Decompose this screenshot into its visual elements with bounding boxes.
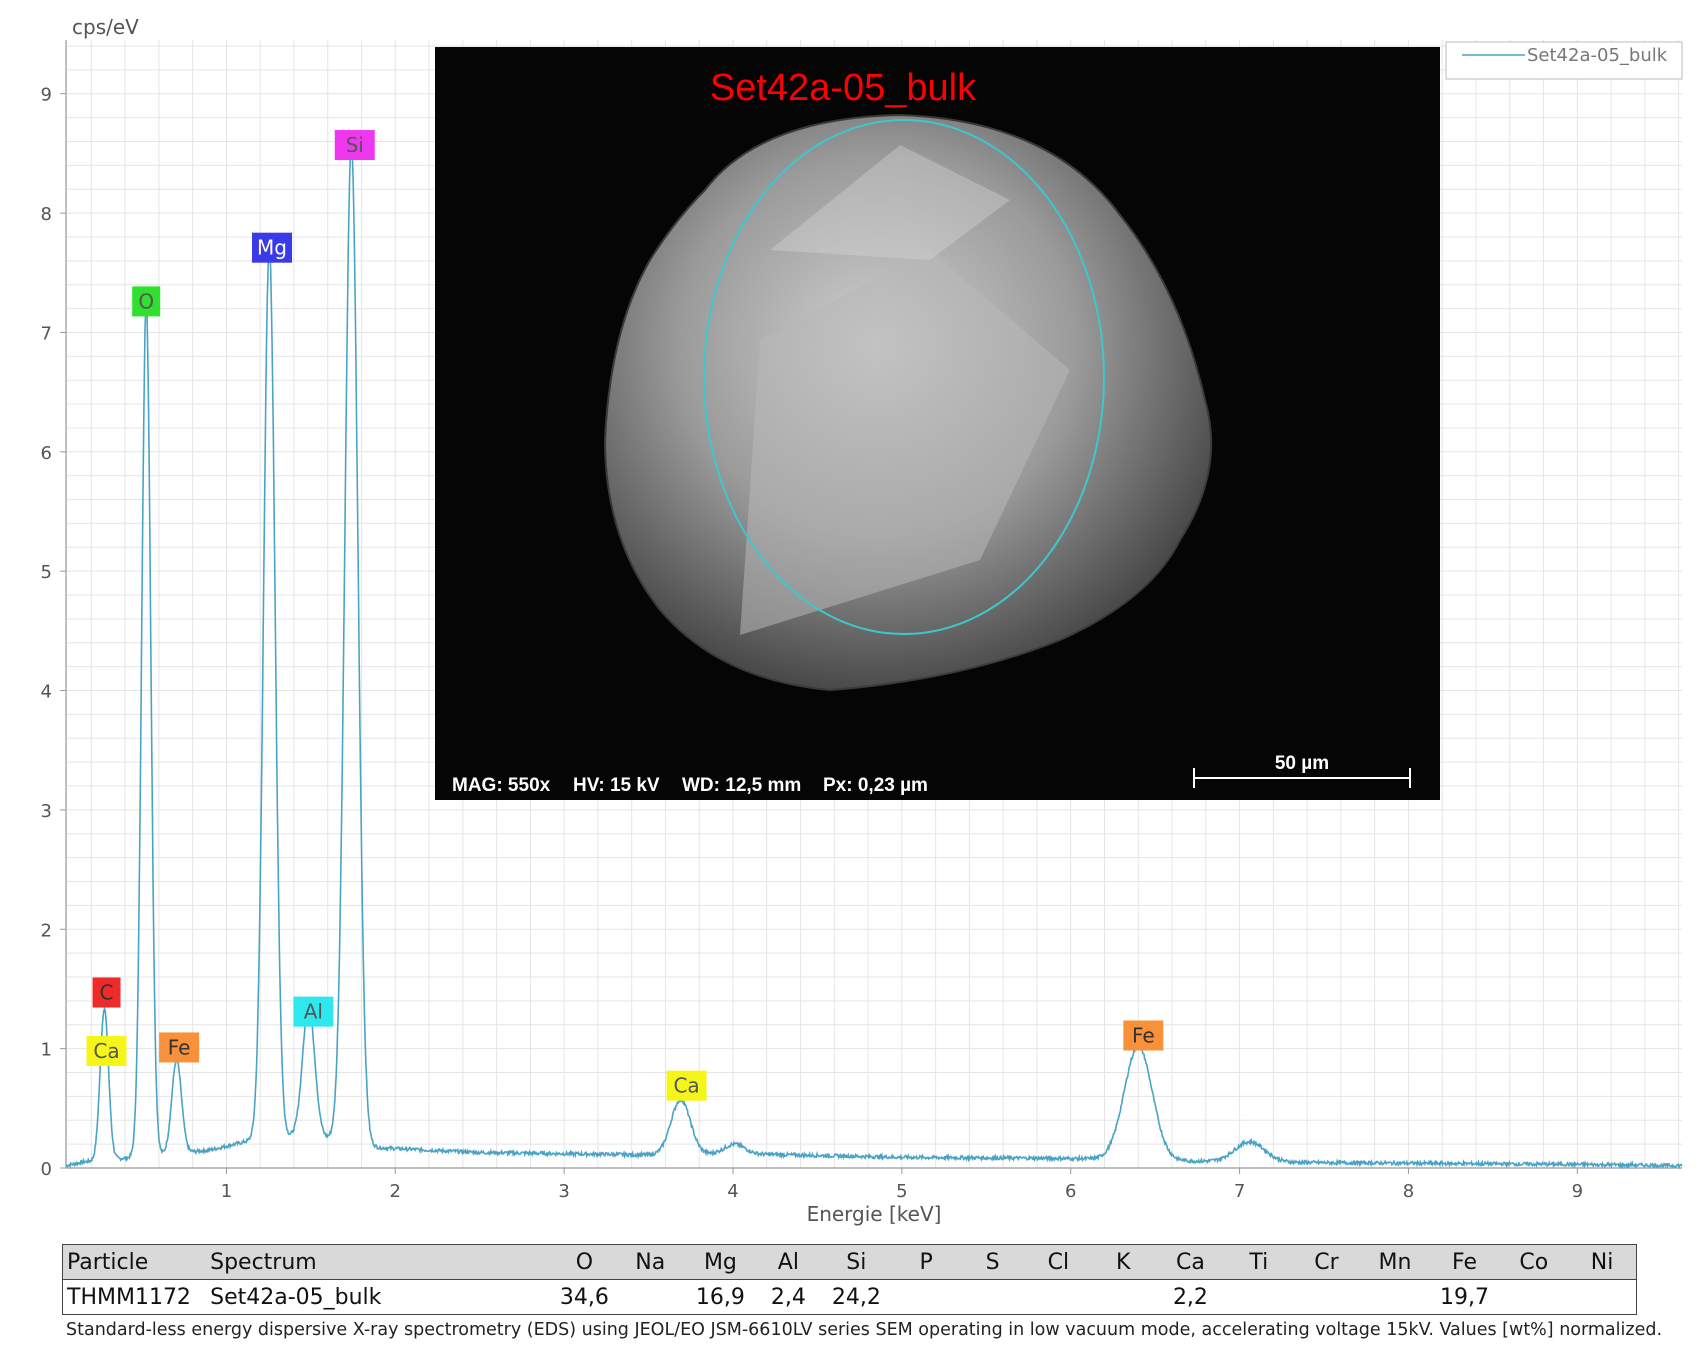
table-cell: [959, 1279, 1026, 1315]
sem-image-title: Set42a-05_bulk: [710, 67, 977, 109]
x-tick-label: 6: [1065, 1181, 1076, 1202]
sem-high-voltage: HV: 15 kV: [573, 775, 660, 796]
peak-label-al: Al: [293, 996, 334, 1027]
x-tick-label: 3: [558, 1181, 569, 1202]
peak-label-fe: Fe: [1123, 1020, 1164, 1051]
x-tick-label: 2: [390, 1181, 401, 1202]
table-header-cell: Cl: [1025, 1244, 1091, 1280]
peak-label-text: O: [138, 289, 154, 313]
table-cell: [892, 1279, 960, 1315]
sem-working-distance: WD: 12,5 mm: [682, 775, 801, 796]
peak-label-text: Ca: [93, 1039, 119, 1063]
table-cell: [1360, 1279, 1430, 1315]
peak-label-text: Al: [304, 1000, 323, 1024]
peak-label-text: C: [100, 981, 114, 1005]
table-header-cell: Spectrum: [206, 1244, 553, 1280]
y-tick-label: 5: [41, 562, 52, 583]
x-tick-label: 4: [727, 1181, 738, 1202]
table-header-cell: K: [1090, 1244, 1156, 1280]
table-cell: [1025, 1279, 1091, 1315]
y-tick-label: 3: [41, 801, 52, 822]
y-tick-label: 6: [41, 443, 52, 464]
peak-label-ca: Ca: [666, 1070, 707, 1101]
table-header-cell: Co: [1499, 1244, 1569, 1280]
peak-label-text: Fe: [168, 1035, 191, 1059]
peak-label-text: Ca: [673, 1074, 699, 1098]
y-tick-label: 1: [41, 1040, 52, 1061]
footnote: Standard-less energy dispersive X-ray sp…: [66, 1320, 1663, 1340]
table-header-row: Particle Spectrum O Na Mg Al Si P S Cl K Ca Ti Cr Mn Fe…: [62, 1244, 1638, 1280]
x-axis-title: Energie [keV]: [807, 1202, 942, 1226]
table-header-cell: Particle: [62, 1244, 207, 1280]
table-row: THMM1172 Set42a-05_bulk 34,6 16,9 2,4 24,2 2,2…: [62, 1279, 1638, 1315]
sem-image: Set42a-05_bulk MAG: 550x HV: 15 kV WD: 1…: [435, 47, 1440, 800]
legend-label: Set42a-05_bulk: [1527, 45, 1668, 66]
peak-label-text: Mg: [257, 236, 287, 260]
scale-bar-label: 50 µm: [1275, 753, 1329, 774]
table-header-cell: Na: [616, 1244, 684, 1280]
table-header-cell: Al: [757, 1244, 820, 1280]
table-header-cell: Ni: [1568, 1244, 1638, 1280]
table-cell: [1225, 1279, 1293, 1315]
table-cell: [1568, 1279, 1638, 1315]
x-tick-label: 1: [221, 1181, 232, 1202]
table-cell: 24,2: [819, 1279, 893, 1315]
table-cell: Set42a-05_bulk: [206, 1279, 553, 1315]
peak-label-fe: Fe: [159, 1032, 200, 1063]
peak-label-ca: Ca: [86, 1036, 127, 1067]
y-tick-label: 2: [41, 920, 52, 941]
peak-label-text: Si: [346, 133, 364, 157]
y-axis-unit-label: cps/eV: [72, 15, 139, 39]
sem-pixel-size: Px: 0,23 µm: [823, 775, 928, 796]
peak-label-text: Fe: [1132, 1024, 1155, 1048]
table-header-cell: Si: [819, 1244, 893, 1280]
peak-label-mg: Mg: [252, 232, 293, 263]
composition-table: Particle Spectrum O Na Mg Al Si P S Cl K Ca Ti Cr Mn Fe…: [62, 1244, 1638, 1315]
x-tick-label: 8: [1403, 1181, 1414, 1202]
y-tick-label: 7: [41, 323, 52, 344]
sem-magnification: MAG: 550x: [452, 775, 551, 796]
table-cell: [1090, 1279, 1156, 1315]
table-cell: [1292, 1279, 1361, 1315]
table-cell: [1499, 1279, 1569, 1315]
y-tick-label: 4: [41, 682, 52, 703]
table-cell: 2,4: [757, 1279, 820, 1315]
table-header-cell: S: [959, 1244, 1026, 1280]
table-header-cell: Fe: [1429, 1244, 1500, 1280]
table-header-cell: Ti: [1225, 1244, 1293, 1280]
table-cell: 2,2: [1155, 1279, 1226, 1315]
table-cell: 19,7: [1429, 1279, 1500, 1315]
x-tick-label: 9: [1572, 1181, 1583, 1202]
table-header-cell: Mg: [683, 1244, 758, 1280]
table-header-cell: Mn: [1360, 1244, 1430, 1280]
table-header-cell: Ca: [1155, 1244, 1226, 1280]
table-cell: 34,6: [552, 1279, 617, 1315]
peak-label-c: C: [92, 977, 121, 1008]
table-cell: [616, 1279, 684, 1315]
legend: Set42a-05_bulk: [1445, 41, 1683, 80]
table-cell: 16,9: [683, 1279, 758, 1315]
y-tick-label: 9: [41, 85, 52, 106]
table-cell: THMM1172: [62, 1279, 207, 1315]
x-tick-label: 7: [1234, 1181, 1245, 1202]
table-header-cell: O: [552, 1244, 617, 1280]
table-header-cell: P: [892, 1244, 960, 1280]
y-tick-label: 0: [41, 1159, 52, 1180]
table-header-cell: Cr: [1292, 1244, 1361, 1280]
peak-label-o: O: [132, 286, 161, 317]
peak-label-si: Si: [334, 130, 375, 161]
eds-spectrum-chart: 1 2 3 4 5 6 7 8 9 0 1 2 3 4 5 6 7 8 9 cps/eV Energie [keV]…: [41, 15, 1683, 1226]
x-tick-label: 5: [896, 1181, 907, 1202]
y-tick-label: 8: [41, 204, 52, 225]
